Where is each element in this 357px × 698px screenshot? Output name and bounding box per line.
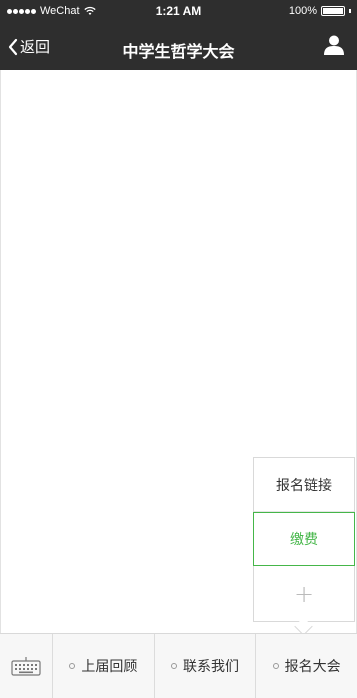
bottom-menu-bar: 上届回顾 联系我们 报名大会 (0, 633, 357, 698)
submenu-item-payment[interactable]: 缴费 (253, 512, 355, 566)
menu-item-previous-review[interactable]: 上届回顾 (53, 634, 155, 698)
menu-dot-icon (272, 663, 279, 669)
nav-bar: 返回 中学生哲学大会 (0, 24, 357, 70)
menu-item-label: 上届回顾 (81, 659, 138, 675)
status-bar: WeChat 1:21 AM 100% (0, 0, 357, 24)
keyboard-toggle-button[interactable] (0, 634, 53, 698)
battery-percent: 100% (288, 5, 317, 17)
menu-item-register-conference[interactable]: 报名大会 (256, 634, 357, 698)
page-title: 中学生哲学大会 (122, 42, 235, 61)
keyboard-icon (11, 657, 41, 676)
person-icon[interactable] (323, 34, 345, 56)
add-icon[interactable]: + (254, 566, 354, 621)
submenu-popup: 报名链接 缴费 + (253, 457, 355, 622)
status-right: 100% (289, 5, 351, 17)
menu-item-contact-us[interactable]: 联系我们 (155, 634, 257, 698)
menu-item-label: 联系我们 (183, 659, 239, 675)
submenu-item-register-link[interactable]: 报名链接 (254, 458, 354, 512)
menu-item-label: 报名大会 (284, 659, 341, 675)
menu-dot-icon (171, 663, 177, 669)
menu-dot-icon (69, 663, 76, 669)
battery-icon (321, 6, 345, 16)
battery-tip (349, 9, 351, 13)
